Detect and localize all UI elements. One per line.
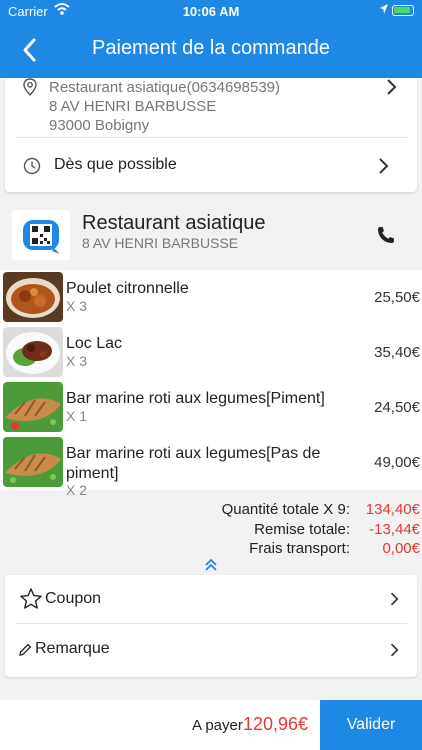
total-discount-row: Remise totale: -13,44€ — [0, 521, 422, 541]
status-time: 10:06 AM — [182, 4, 240, 19]
address-line2: 8 AV HENRI BARBUSSE — [49, 98, 217, 115]
chevron-right-icon[interactable] — [389, 642, 399, 658]
item-price: 24,50€ — [374, 399, 420, 416]
chevron-right-icon[interactable] — [389, 591, 399, 607]
clock-icon — [23, 157, 41, 175]
total-discount-value: -13,44€ — [369, 521, 420, 538]
item-price: 35,40€ — [374, 344, 420, 361]
validate-button[interactable]: Valider — [320, 700, 422, 750]
transport-fee-value: 0,00€ — [382, 540, 420, 557]
item-name: Loc Lac — [66, 335, 123, 352]
item-quantity: X 1 — [66, 408, 88, 424]
order-item: Bar marine roti aux legumes[Pas de pimen… — [0, 435, 422, 498]
location-pin-icon — [23, 78, 37, 96]
phone-icon[interactable] — [376, 225, 396, 245]
order-items: Poulet citronnelle X 3 25,50€ Loc Lac X … — [0, 270, 422, 498]
order-item: Poulet citronnelle X 3 25,50€ — [0, 270, 422, 325]
double-chevron-up-icon[interactable] — [204, 558, 218, 572]
order-item: Loc Lac X 3 35,40€ — [0, 325, 422, 380]
item-quantity: X 2 — [66, 482, 88, 498]
address-line1: Restaurant asiatique(0634698539) — [49, 79, 280, 96]
remark-row[interactable]: Remarque — [5, 625, 417, 675]
item-quantity: X 3 — [66, 353, 88, 369]
chevron-right-icon[interactable] — [377, 157, 389, 175]
transport-fee-row: Frais transport: 0,00€ — [0, 540, 422, 560]
status-bar: Carrier 10:06 AM — [0, 0, 422, 24]
item-name: Poulet citronnelle — [66, 280, 189, 297]
delivery-card: Restaurant asiatique(0634698539) 8 AV HE… — [5, 78, 417, 192]
dish-photo — [3, 437, 63, 487]
pay-amount: 120,96€ — [243, 714, 309, 734]
delivery-time-label[interactable]: Dès que possible — [54, 156, 177, 174]
item-price: 25,50€ — [374, 289, 420, 306]
restaurant-logo — [12, 210, 70, 260]
item-quantity: X 3 — [66, 298, 88, 314]
address-line3: 93000 Bobigny — [49, 117, 150, 134]
battery-icon — [392, 5, 414, 16]
qr-logo-icon — [23, 220, 60, 254]
dish-photo — [3, 382, 63, 432]
transport-fee-label: Frais transport: — [249, 540, 350, 557]
total-quantity-row: Quantité totale X 9: 134,40€ — [0, 501, 422, 521]
remark-label: Remarque — [35, 640, 110, 657]
options-card: Coupon Remarque — [5, 575, 417, 677]
dish-photo — [3, 272, 63, 322]
page-title: Paiement de la commande — [92, 37, 330, 59]
delivery-address[interactable]: Restaurant asiatique(0634698539) 8 AV HE… — [49, 78, 280, 135]
total-discount-label: Remise totale: — [254, 521, 350, 538]
restaurant-name: Restaurant asiatique — [82, 212, 266, 234]
app-header: Carrier 10:06 AM Paiement de la commande — [0, 0, 422, 78]
pencil-icon — [19, 643, 32, 656]
pay-label: A payer — [192, 717, 243, 734]
coupon-row[interactable]: Coupon — [5, 575, 417, 625]
restaurant-address: 8 AV HENRI BARBUSSE — [82, 235, 239, 251]
item-name: Bar marine roti aux legumes[Piment] — [66, 390, 325, 407]
divider — [15, 623, 407, 624]
chevron-right-icon[interactable] — [385, 78, 397, 96]
item-name: Bar marine roti aux legumes[Pas de pimen… — [66, 445, 321, 482]
coupon-label: Coupon — [45, 590, 102, 607]
restaurant-header: Restaurant asiatique 8 AV HENRI BARBUSSE — [0, 200, 422, 270]
location-arrow-icon — [380, 4, 388, 14]
order-item: Bar marine roti aux legumes[Piment] X 1 … — [0, 380, 422, 435]
dish-photo — [3, 327, 63, 377]
star-icon — [20, 588, 42, 609]
total-quantity-label: Quantité totale X 9: — [221, 501, 350, 518]
item-price: 49,00€ — [374, 454, 420, 471]
payment-bar: A payer 120,96€ Valider — [0, 700, 422, 750]
total-quantity-value: 134,40€ — [365, 501, 420, 518]
divider — [15, 137, 407, 138]
